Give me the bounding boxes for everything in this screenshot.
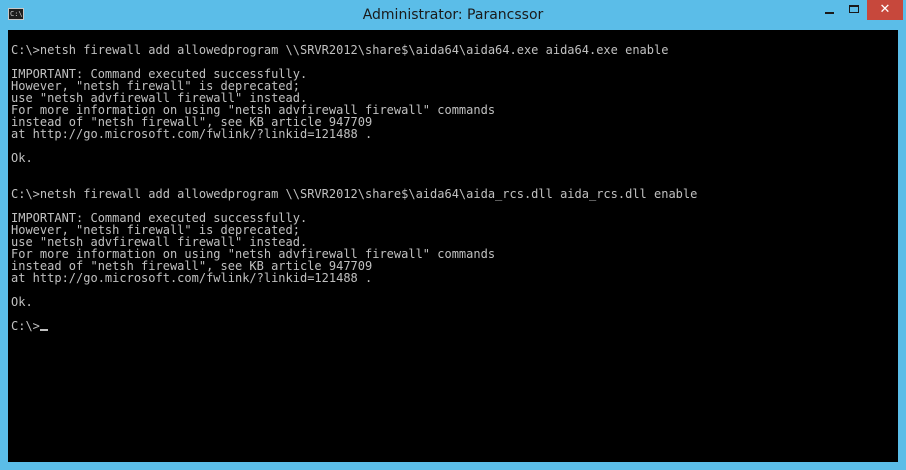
minimize-button[interactable] (816, 0, 842, 20)
text-cursor (39, 329, 48, 331)
console-line: C:\> (11, 320, 697, 332)
console-line: C:\>netsh firewall add allowedprogram \\… (11, 43, 669, 57)
console-window: C:\ Administrator: Parancssor ✕ C:\>nets… (0, 0, 906, 470)
title-bar[interactable]: C:\ Administrator: Parancssor ✕ (0, 0, 906, 30)
console-line: at http://go.microsoft.com/fwlink/?linki… (11, 271, 373, 285)
console-text: C:\>netsh firewall add allowedprogram \\… (11, 32, 697, 332)
maximize-button[interactable] (842, 0, 867, 20)
minimize-icon (825, 12, 834, 14)
maximize-icon (849, 5, 859, 13)
close-button[interactable]: ✕ (867, 0, 903, 20)
close-icon: ✕ (879, 2, 891, 17)
console-line: Ok. (11, 151, 33, 165)
console-line: at http://go.microsoft.com/fwlink/?linki… (11, 127, 373, 141)
window-title: Administrator: Parancssor (362, 7, 544, 23)
console-output[interactable]: C:\>netsh firewall add allowedprogram \\… (8, 30, 898, 462)
console-line: C:\>netsh firewall add allowedprogram \\… (11, 187, 698, 201)
console-line: Ok. (11, 295, 33, 309)
